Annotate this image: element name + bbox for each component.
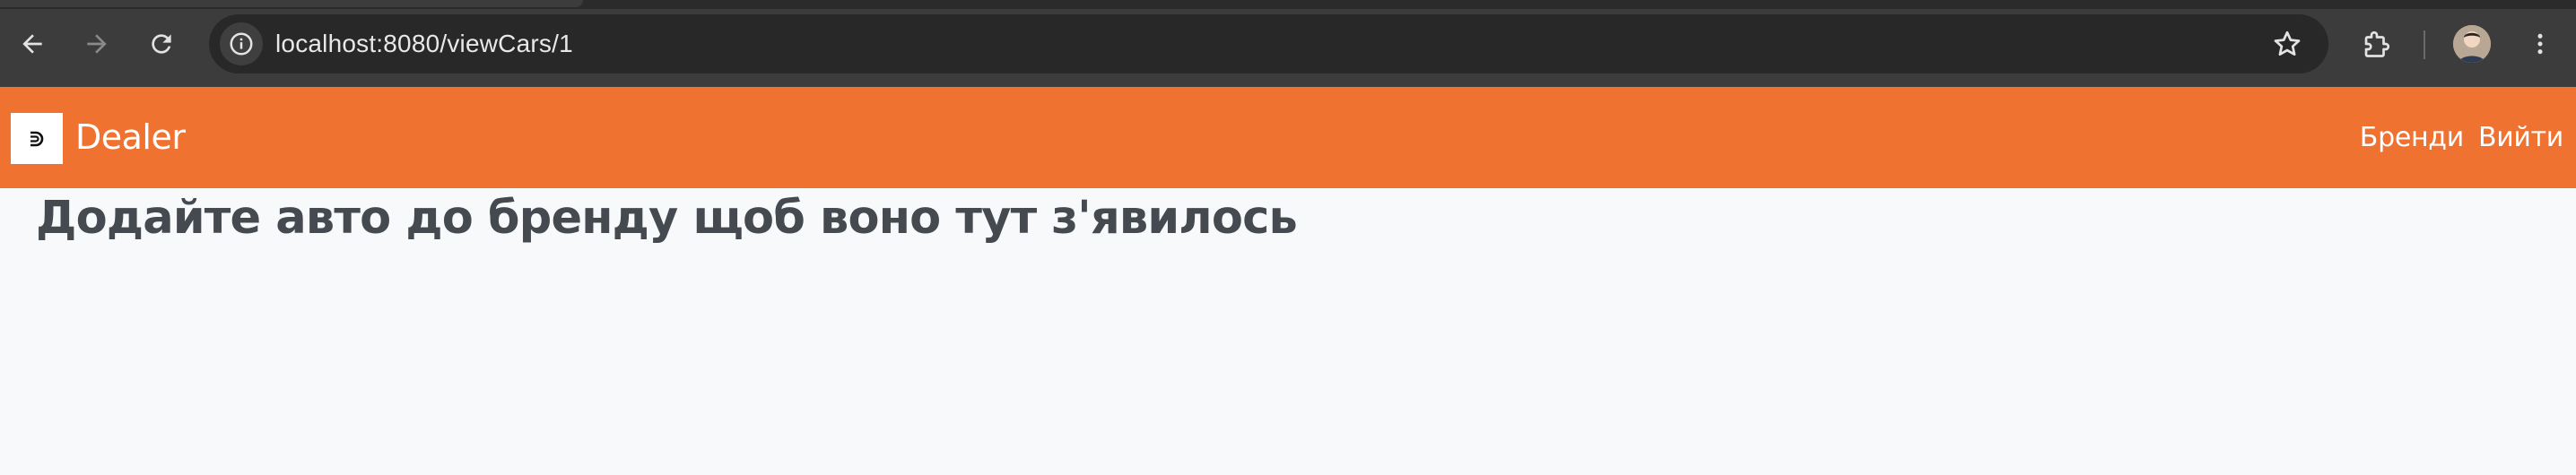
browser-toolbar: localhost:8080/viewCars/1 bbox=[0, 0, 2576, 87]
empty-state-message: Додайте авто до бренду щоб воно тут з'яв… bbox=[36, 192, 1298, 245]
toolbar-divider bbox=[2424, 30, 2425, 59]
browser-menu-button[interactable] bbox=[2518, 22, 2563, 66]
brand-link[interactable]: Dealer bbox=[75, 87, 186, 188]
avatar[interactable] bbox=[2453, 25, 2491, 63]
main-content: Додайте авто до бренду щоб воно тут з'яв… bbox=[36, 190, 1298, 247]
address-bar[interactable]: localhost:8080/viewCars/1 bbox=[209, 14, 2328, 73]
extensions-button[interactable] bbox=[2354, 22, 2399, 66]
logo[interactable] bbox=[11, 113, 63, 164]
nav-links: Бренди Вийти bbox=[2360, 87, 2564, 188]
arrow-left-icon bbox=[22, 34, 42, 54]
reload-button[interactable] bbox=[139, 22, 184, 66]
active-tab-edge bbox=[0, 0, 583, 7]
site-info-button[interactable] bbox=[220, 22, 263, 65]
forward-button[interactable] bbox=[74, 22, 119, 66]
nav-link-logout[interactable]: Вийти bbox=[2478, 122, 2563, 153]
app-navbar: Dealer Бренди Вийти bbox=[0, 87, 2576, 188]
info-icon bbox=[230, 32, 253, 56]
puzzle-icon bbox=[2364, 30, 2390, 57]
star-icon[interactable] bbox=[2271, 28, 2303, 60]
reload-icon bbox=[152, 34, 171, 54]
back-button[interactable] bbox=[10, 22, 55, 66]
profile-picture bbox=[2453, 25, 2491, 63]
dealer-logo-icon bbox=[30, 131, 44, 146]
url-text[interactable]: localhost:8080/viewCars/1 bbox=[275, 14, 573, 73]
nav-link-brands[interactable]: Бренди bbox=[2360, 122, 2464, 153]
arrow-right-icon bbox=[87, 34, 107, 54]
three-dots-vertical-icon bbox=[2537, 33, 2543, 55]
